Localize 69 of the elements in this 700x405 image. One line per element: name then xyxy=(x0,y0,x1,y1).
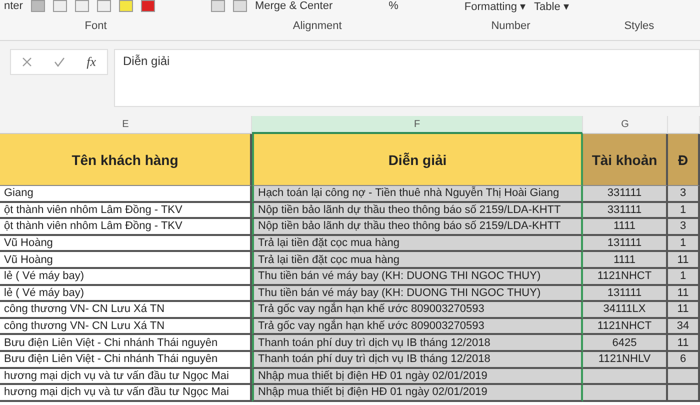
header-cell: Diễn giải xyxy=(252,134,583,186)
table-cell: ột thành viên nhôm Lâm Đồng - TKV xyxy=(0,219,252,236)
table-cell: Trả lại tiền đặt cọc mua hàng xyxy=(252,236,583,252)
ribbon-group-label: Styles xyxy=(624,20,654,32)
table-cell: 1 xyxy=(668,202,700,220)
column-header[interactable]: G xyxy=(583,116,668,134)
header-cell: Tên khách hàng xyxy=(0,134,252,186)
ribbon-group-label: Alignment xyxy=(292,20,342,32)
header-cell: Tài khoản xyxy=(583,134,668,186)
table-cell: Thu tiền bán vé máy bay (KH: DUONG THI NGOC THUY) xyxy=(252,268,583,286)
check-icon[interactable] xyxy=(54,57,65,67)
table-cell: Trả gốc vay ngắn hạn khế ước 809003270593 xyxy=(252,302,583,319)
ribbon-group-label: Number xyxy=(491,20,530,32)
column-header[interactable]: F xyxy=(252,116,583,134)
table-cell: Nộp tiền bảo lãnh dự thầu theo thông báo số 2159/LDA-KHTT xyxy=(252,219,583,236)
table-cell: công thương VN- CN Lưu Xá TN xyxy=(0,318,252,336)
table-cell: Trả gốc vay ngắn hạn khế ước 809003270593 xyxy=(252,318,583,336)
table-cell: 131111 xyxy=(583,286,668,302)
header-cell: Đ xyxy=(668,134,700,186)
table-cell: 1111 xyxy=(583,219,668,236)
table-cell: hương mại dịch vụ và tư vấn đầu tư Ngọc Mai xyxy=(0,368,252,386)
table-cell: lẻ ( Vé máy bay) xyxy=(0,286,252,302)
table-cell: Nộp tiền bảo lãnh dự thầu theo thông báo số 2159/LDA-KHTT xyxy=(252,202,583,220)
table-cell: 1 xyxy=(668,236,700,252)
cancel-icon[interactable] xyxy=(22,57,32,67)
table-cell: 1121NHCT xyxy=(583,268,668,286)
formula-input[interactable]: Diễn giải xyxy=(114,49,700,107)
table-cell: 1121NHLV xyxy=(583,352,668,369)
table-cell: Bưu điện Liên Việt - Chi nhánh Thái nguyên xyxy=(0,352,252,369)
table-cell: Hạch toán lại công nợ - Tiền thuê nhà Nguyễn Thị Hoài Giang xyxy=(252,186,583,203)
column-header[interactable] xyxy=(668,116,700,134)
table-cell: ột thành viên nhôm Lâm Đồng - TKV xyxy=(0,202,252,220)
table-cell: Thanh toán phí duy trì dịch vụ IB tháng 12/2018 xyxy=(252,352,583,369)
percent-button[interactable]: % xyxy=(388,0,398,12)
table-cell: Vũ Hoàng xyxy=(0,252,252,269)
table-cell: 331111 xyxy=(583,186,668,203)
table-cell: 331111 xyxy=(583,202,668,220)
table-cell: Nhập mua thiết bị điện HĐ 01 ngày 02/01/2019 xyxy=(252,368,583,386)
table-cell: 11 xyxy=(668,252,700,269)
table-cell: 6425 xyxy=(583,335,668,352)
table-cell: công thương VN- CN Lưu Xá TN xyxy=(0,302,252,319)
table-cell: 1111 xyxy=(583,252,668,269)
table-cell: Giang xyxy=(0,186,252,203)
table-cell: Thu tiền bán vé máy bay (KH: DUONG THI NGOC THUY) xyxy=(252,286,583,302)
table-cell: 3 xyxy=(668,219,700,236)
table-cell: 1121NHCT xyxy=(583,318,668,336)
table-cell: Vũ Hoàng xyxy=(0,236,252,252)
table-cell: 11 xyxy=(668,302,700,319)
table-cell: lẻ ( Vé máy bay) xyxy=(0,268,252,286)
table-cell: Trả lại tiền đặt cọc mua hàng xyxy=(252,252,583,269)
table-cell: Nhập mua thiết bị điện HĐ 01 ngày 02/01/2019 xyxy=(252,385,583,402)
table-cell: 6 xyxy=(668,352,700,369)
ribbon-label: nter xyxy=(4,0,23,12)
table-cell: 34 xyxy=(668,318,700,336)
column-header[interactable]: E xyxy=(0,116,252,134)
table-cell: hương mại dịch vụ và tư vấn đầu tư Ngọc Mai xyxy=(0,385,252,402)
styles-dropdown[interactable]: Formatting ▾ xyxy=(464,0,526,12)
table-cell: Thanh toán phí duy trì dịch vụ IB tháng 12/2018 xyxy=(252,335,583,352)
table-cell: 34111LX xyxy=(583,302,668,319)
ribbon-group-label: Font xyxy=(84,20,107,32)
table-cell: 1 xyxy=(668,268,700,286)
table-cell: 131111 xyxy=(583,236,668,252)
insert-function-button[interactable]: fx xyxy=(86,54,96,70)
table-cell: 3 xyxy=(668,186,700,203)
table-cell: Bưu điện Liên Việt - Chi nhánh Thái nguyên xyxy=(0,335,252,352)
table-cell: 11 xyxy=(668,335,700,352)
merge-center-button[interactable]: Merge & Center xyxy=(254,0,333,12)
table-cell: 11 xyxy=(668,286,700,302)
styles-dropdown[interactable]: Table ▾ xyxy=(534,0,570,12)
